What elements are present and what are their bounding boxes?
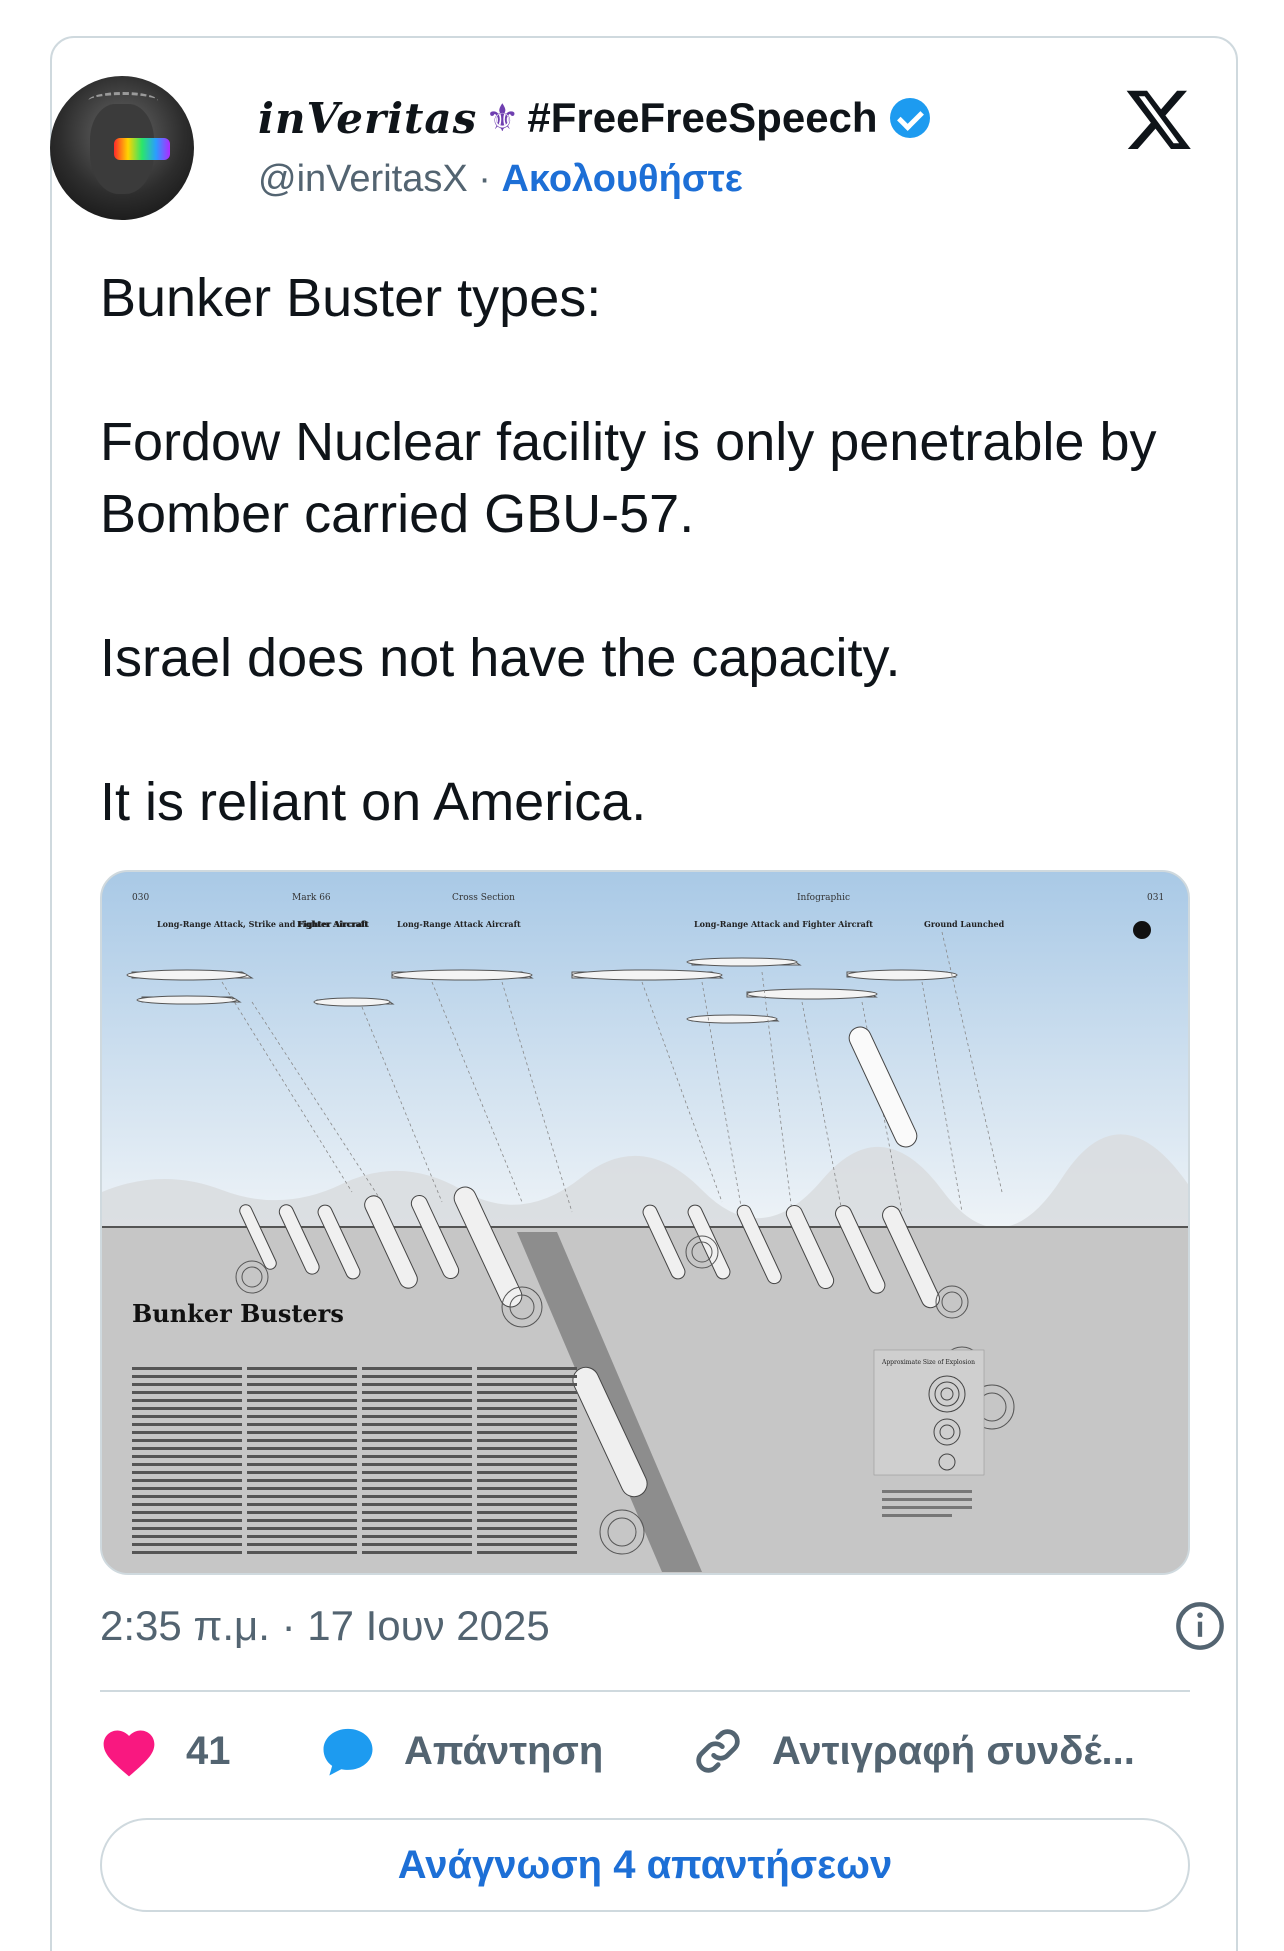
infographic-illustration: 030 Mark 66 Cross Section Infographic 03…	[102, 872, 1188, 1573]
tweet-line: It is reliant on America.	[100, 772, 647, 832]
tweet-timestamp[interactable]: 2:35 π.μ. · 17 Ιουν 2025	[100, 1602, 550, 1650]
media-header-label: Cross Section	[452, 893, 515, 903]
actions-divider	[100, 1690, 1190, 1692]
follow-button[interactable]: Ακολουθήστε	[501, 158, 742, 200]
fleur-de-lis-icon: ⚜	[485, 97, 520, 140]
tweet-actions: 41 Απάντηση Αντιγραφή συνδέ...	[100, 1706, 1200, 1796]
author-avatar[interactable]	[50, 76, 194, 220]
media-header-label: Infographic	[797, 893, 850, 903]
tweet-line: Bunker Buster types:	[100, 268, 602, 328]
author-hashtag[interactable]: #FreeFreeSpeech	[527, 94, 877, 142]
tweet-media-image[interactable]: 030 Mark 66 Cross Section Infographic 03…	[100, 870, 1190, 1575]
reply-button[interactable]: Απάντηση	[320, 1706, 603, 1796]
handle-separator: ·	[478, 158, 491, 200]
media-legend-title: Approximate Size of Explosion	[881, 1359, 975, 1366]
like-button[interactable]: 41	[100, 1706, 231, 1796]
reply-bubble-icon	[323, 1728, 373, 1776]
author-handle-row: @inVeritasX · Ακολουθήστε	[258, 158, 743, 201]
info-icon[interactable]	[1174, 1600, 1226, 1652]
copy-link-button[interactable]: Αντιγραφή συνδέ...	[692, 1706, 1135, 1796]
media-category-label: Fighter Aircraft	[297, 919, 368, 929]
media-category-label: Ground Launched	[924, 919, 1005, 929]
author-display-name[interactable]: inVeritas	[258, 94, 477, 143]
read-replies-button[interactable]: Ανάγνωση 4 απαντήσεων	[100, 1818, 1190, 1912]
avatar-glasses	[114, 138, 170, 160]
copy-link-label: Αντιγραφή συνδέ...	[772, 1728, 1135, 1773]
media-title: Bunker Busters	[132, 1299, 344, 1328]
media-header-label: Mark 66	[292, 893, 331, 903]
like-count: 41	[186, 1728, 231, 1773]
x-logo-icon[interactable]	[1124, 84, 1194, 154]
author-name-row[interactable]: inVeritas ⚜ #FreeFreeSpeech	[258, 88, 930, 148]
tweet-line: Fordow Nuclear facility is only penetrab…	[100, 412, 1157, 544]
verified-badge-icon[interactable]	[889, 98, 930, 138]
tweet-text: Bunker Buster types: Fordow Nuclear faci…	[100, 262, 1200, 838]
reply-label: Απάντηση	[404, 1728, 604, 1773]
media-header-label: 031	[1147, 893, 1164, 903]
link-icon	[696, 1729, 740, 1773]
media-header-label: 030	[132, 893, 149, 903]
heart-icon	[103, 1730, 155, 1777]
tweet-line: Israel does not have the capacity.	[100, 628, 901, 688]
tweet-header: inVeritas ⚜ #FreeFreeSpeech @inVeritasX …	[50, 40, 1234, 220]
media-category-label: Long-Range Attack and Fighter Aircraft	[694, 919, 873, 929]
author-handle[interactable]: @inVeritasX	[258, 158, 468, 200]
media-category-label: Long-Range Attack Aircraft	[397, 919, 521, 929]
